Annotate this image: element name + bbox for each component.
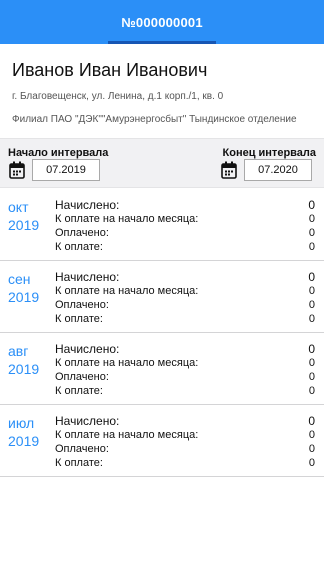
period-month: авг	[8, 343, 29, 359]
interval-end-label: Конец интервала	[222, 147, 316, 159]
tab-account-label: №000000001	[121, 14, 203, 30]
paid-label: Оплачено:	[55, 443, 109, 455]
accrued-label: Начислено:	[55, 270, 120, 284]
paid-value: 0	[308, 371, 315, 383]
account-holder-name: Иванов Иван Иванович	[12, 60, 208, 80]
period-year: 2019	[8, 433, 40, 449]
opening-balance-label: К оплате на начало месяца:	[55, 357, 199, 369]
interval-end-input[interactable]: 07.2020	[244, 159, 312, 181]
tab-account[interactable]: №000000001	[108, 0, 216, 44]
opening-balance-label: К оплате на начало месяца:	[55, 429, 199, 441]
opening-balance-label: К оплате на начало месяца:	[55, 285, 199, 297]
period-year: 2019	[8, 361, 40, 377]
due-value: 0	[308, 313, 315, 325]
paid-label: Оплачено:	[55, 227, 109, 239]
opening-balance-value: 0	[308, 357, 315, 369]
due-label: К оплате:	[55, 385, 103, 397]
app-header: №000000001	[0, 0, 324, 44]
due-value: 0	[308, 457, 315, 469]
period-year: 2019	[8, 217, 40, 233]
calendar-icon[interactable]	[221, 161, 237, 179]
due-label: К оплате:	[55, 457, 103, 469]
interval-start-input[interactable]: 07.2019	[32, 159, 100, 181]
interval-start-label: Начало интервала	[8, 147, 109, 159]
period-year: 2019	[8, 289, 40, 305]
paid-label: Оплачено:	[55, 371, 109, 383]
accrued-value: 0	[308, 414, 315, 428]
period-month: сен	[8, 271, 31, 287]
due-value: 0	[308, 385, 315, 397]
account-address: г. Благовещенск, ул. Ленина, д.1 корп./1…	[12, 91, 224, 102]
paid-label: Оплачено:	[55, 299, 109, 311]
accrued-value: 0	[308, 270, 315, 284]
opening-balance-value: 0	[308, 213, 315, 225]
tab-active-indicator	[108, 41, 216, 44]
period-item[interactable]: окт 2019 Начислено: 0 К оплате на начало…	[0, 189, 324, 261]
calendar-icon[interactable]	[9, 161, 25, 179]
accrued-value: 0	[308, 342, 315, 356]
accrued-label: Начислено:	[55, 198, 120, 212]
paid-value: 0	[308, 299, 315, 311]
due-label: К оплате:	[55, 313, 103, 325]
paid-value: 0	[308, 227, 315, 239]
accrued-value: 0	[308, 198, 315, 212]
accrued-label: Начислено:	[55, 342, 120, 356]
due-label: К оплате:	[55, 241, 103, 253]
paid-value: 0	[308, 443, 315, 455]
period-item[interactable]: сен 2019 Начислено: 0 К оплате на начало…	[0, 261, 324, 333]
due-value: 0	[308, 241, 315, 253]
opening-balance-label: К оплате на начало месяца:	[55, 213, 199, 225]
interval-filter: Начало интервала Конец интервала 07.2019…	[0, 138, 324, 188]
accrued-label: Начислено:	[55, 414, 120, 428]
period-item[interactable]: июл 2019 Начислено: 0 К оплате на начало…	[0, 405, 324, 477]
account-branch: Филиал ПАО "ДЭК""Амурэнергосбыт" Тындинс…	[12, 114, 297, 125]
period-month: июл	[8, 415, 35, 431]
opening-balance-value: 0	[308, 429, 315, 441]
period-month: окт	[8, 199, 29, 215]
opening-balance-value: 0	[308, 285, 315, 297]
period-item[interactable]: авг 2019 Начислено: 0 К оплате на начало…	[0, 333, 324, 405]
